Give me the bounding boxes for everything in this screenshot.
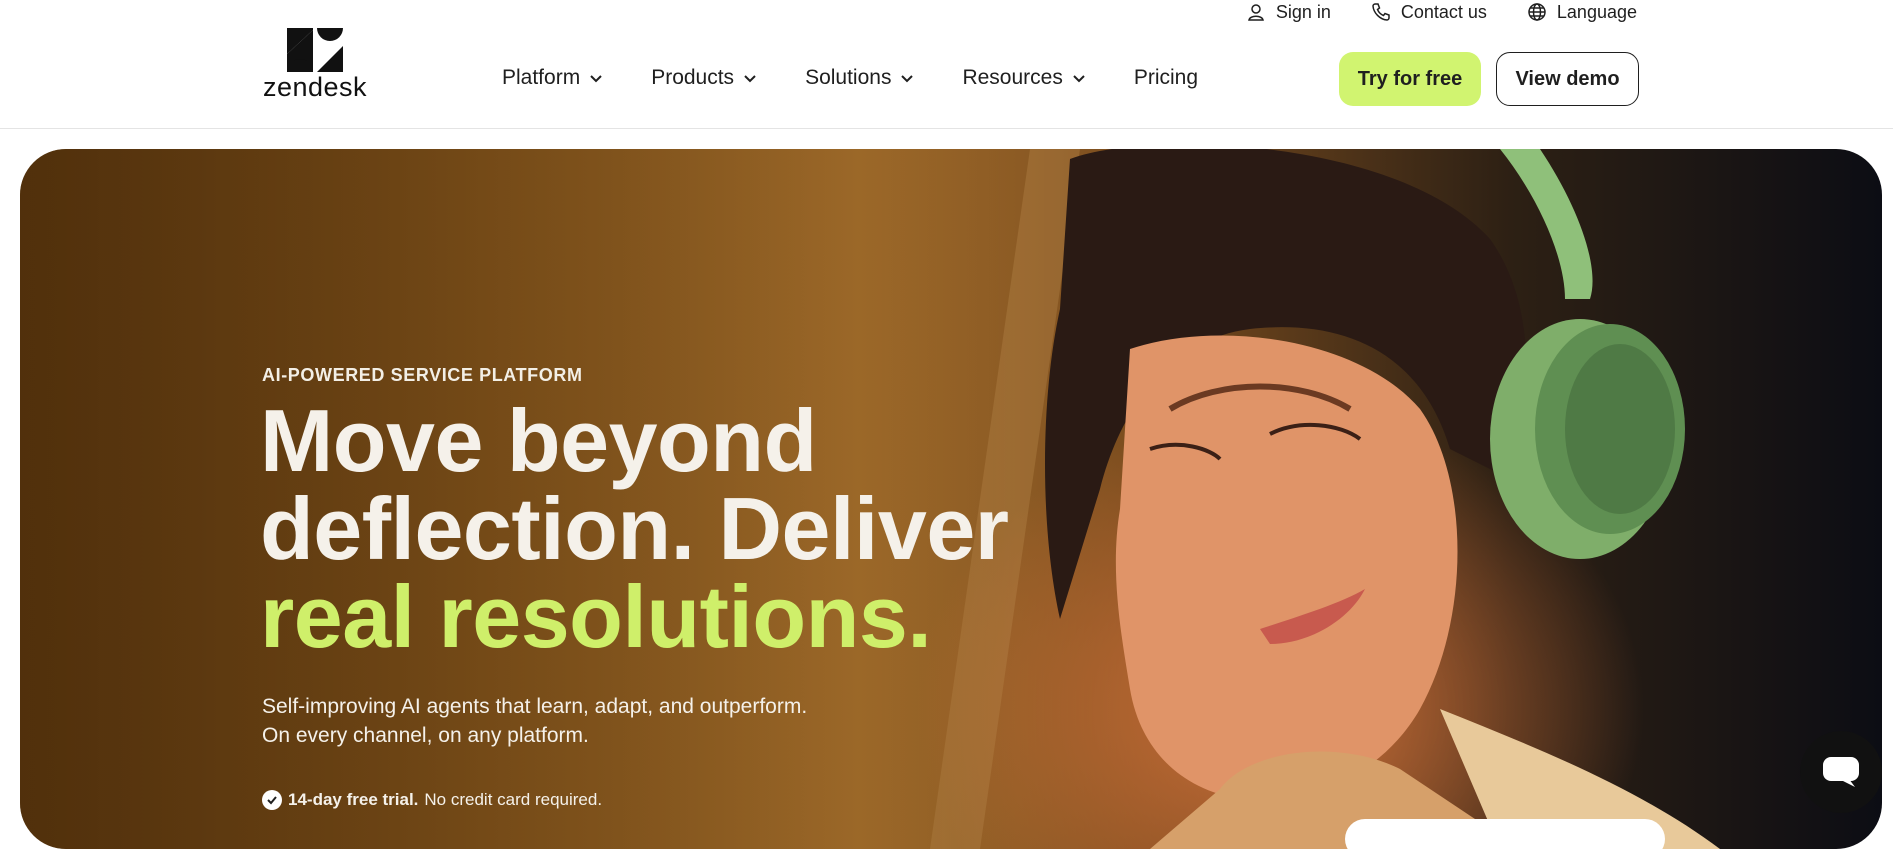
zendesk-logo[interactable]: zendesk bbox=[262, 28, 368, 106]
hero-headline: Move beyond deflection. Deliver real res… bbox=[260, 397, 1020, 661]
contact-us-link[interactable]: Contact us bbox=[1371, 2, 1487, 23]
nav-item-platform[interactable]: Platform bbox=[502, 66, 604, 90]
chevron-down-icon bbox=[901, 75, 914, 83]
nav-label: Pricing bbox=[1133, 66, 1199, 89]
chevron-down-icon bbox=[1073, 75, 1085, 83]
language-selector[interactable]: Language bbox=[1527, 2, 1637, 23]
partial-card bbox=[1345, 819, 1665, 849]
contact-us-label: Contact us bbox=[1400, 1, 1487, 22]
view-demo-button[interactable]: View demo bbox=[1496, 52, 1639, 106]
nav-label: Solutions bbox=[805, 66, 892, 89]
chat-widget-button[interactable] bbox=[1800, 731, 1882, 813]
globe-icon bbox=[1528, 3, 1546, 21]
site-header: Sign in Contact us Language zendesk Plat… bbox=[0, 0, 1893, 129]
headline-line-2: deflection. Deliver bbox=[260, 479, 1009, 578]
nav-item-products[interactable]: Products bbox=[651, 66, 758, 90]
sign-in-link[interactable]: Sign in bbox=[1246, 2, 1331, 23]
chat-bubble-icon bbox=[1823, 757, 1859, 787]
try-for-free-button[interactable]: Try for free bbox=[1339, 52, 1481, 106]
nav-item-resources[interactable]: Resources bbox=[962, 66, 1086, 90]
nav-item-solutions[interactable]: Solutions bbox=[805, 66, 915, 90]
checkmark-icon bbox=[262, 790, 282, 810]
language-label: Language bbox=[1556, 1, 1637, 22]
zendesk-logo-mark-icon bbox=[287, 28, 343, 72]
trial-rest: No credit card required. bbox=[424, 790, 603, 809]
subtext-line-2: On every channel, on any platform. bbox=[262, 724, 589, 747]
main-nav: Platform Products Solutions Resources Pr… bbox=[502, 62, 1198, 94]
nav-label: Resources bbox=[962, 66, 1063, 89]
chevron-down-icon bbox=[744, 75, 756, 83]
phone-icon bbox=[1372, 3, 1390, 21]
sign-in-label: Sign in bbox=[1275, 1, 1331, 22]
nav-label: Products bbox=[651, 66, 735, 89]
user-icon bbox=[1247, 4, 1264, 21]
logo-wordmark: zendesk bbox=[262, 72, 368, 102]
trial-note: 14-day free trial. No credit card requir… bbox=[262, 790, 602, 810]
headline-accent: real resolutions. bbox=[260, 567, 932, 666]
headline-line-1: Move beyond bbox=[260, 391, 817, 490]
nav-label: Platform bbox=[502, 66, 581, 89]
subtext-line-1: Self-improving AI agents that learn, ada… bbox=[262, 695, 808, 718]
nav-item-pricing[interactable]: Pricing bbox=[1134, 66, 1198, 90]
hero-eyebrow: AI-POWERED SERVICE PLATFORM bbox=[262, 365, 583, 385]
chevron-down-icon bbox=[590, 75, 602, 83]
hero-section: AI-POWERED SERVICE PLATFORM Move beyond … bbox=[20, 149, 1882, 849]
trial-bold: 14-day free trial. bbox=[288, 790, 419, 809]
utility-nav: Sign in Contact us Language bbox=[1246, 0, 1637, 24]
hero-subtext: Self-improving AI agents that learn, ada… bbox=[262, 692, 882, 750]
